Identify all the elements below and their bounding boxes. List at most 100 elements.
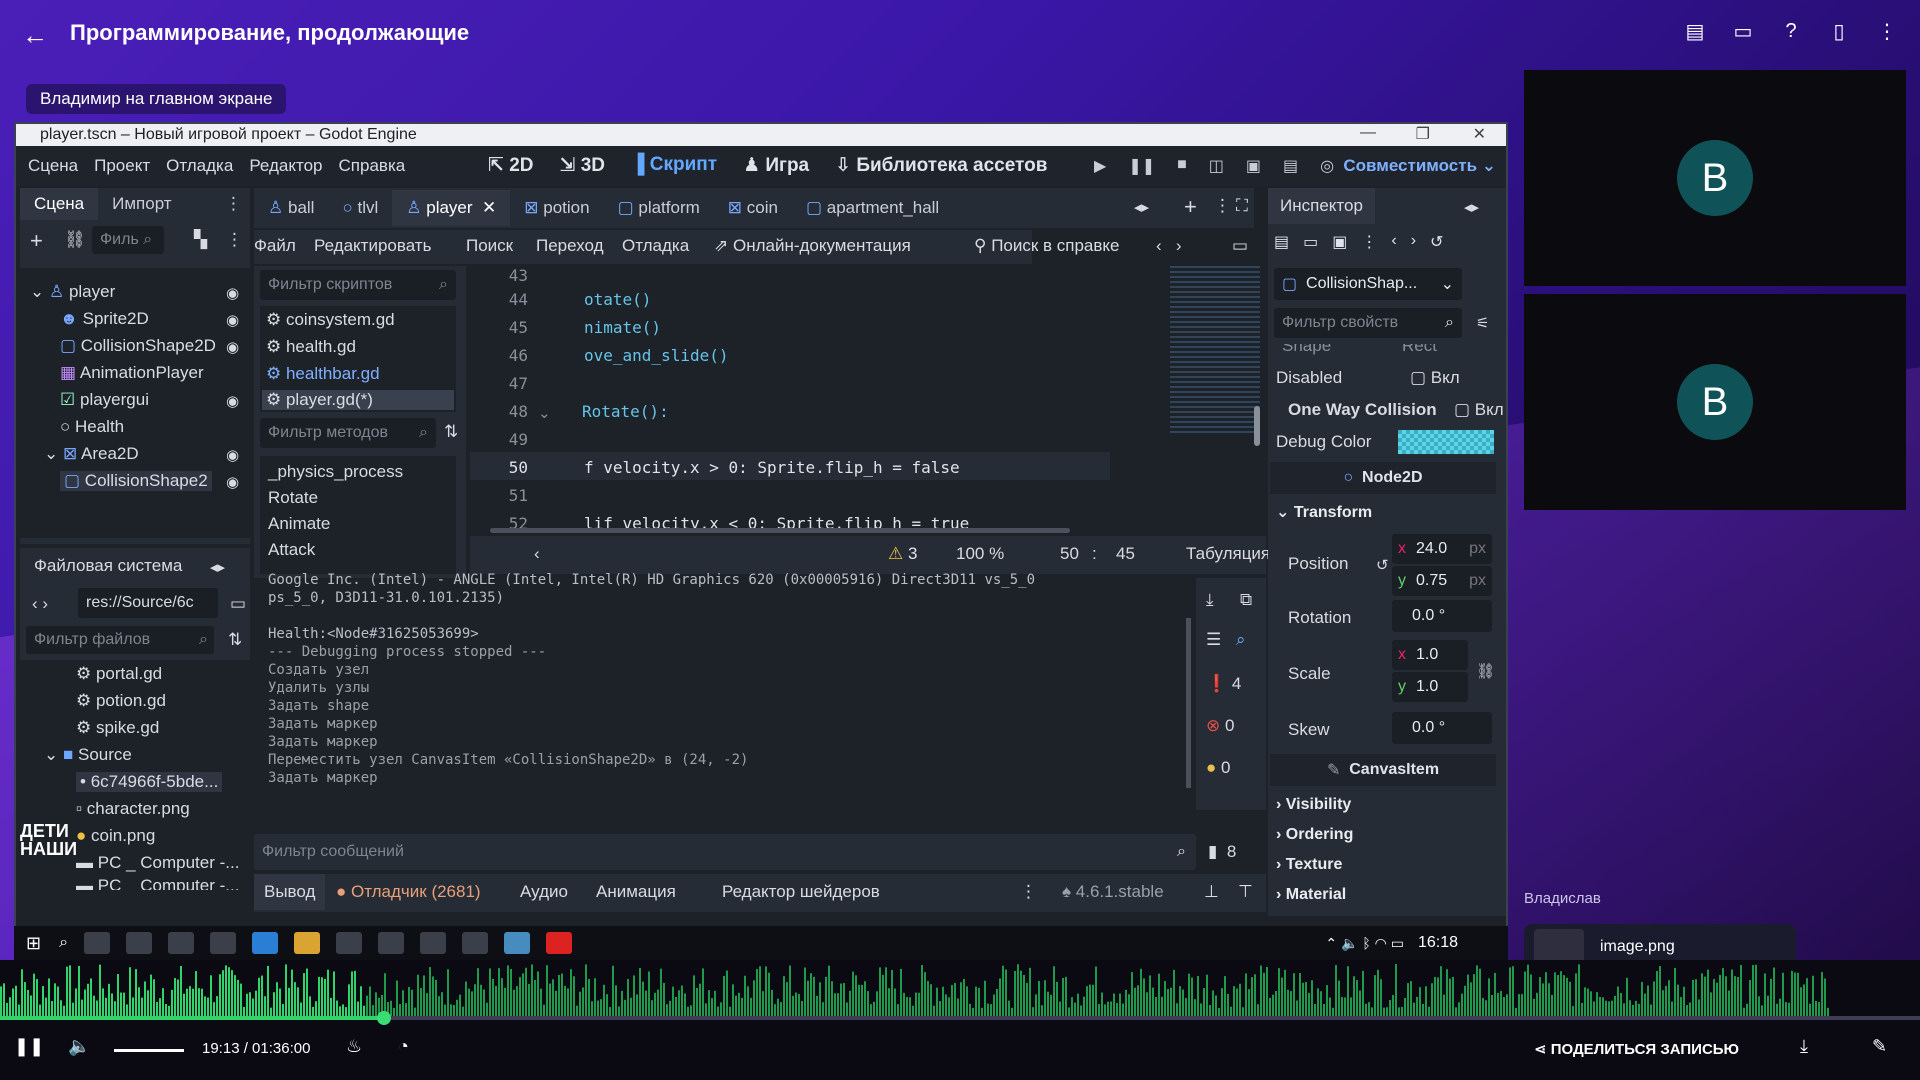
renderer-compat[interactable]: Совместимость ⌄ [1343,156,1496,176]
menu-help[interactable]: Справка [339,156,406,176]
terminal-icon[interactable] [420,932,447,954]
tab-scroll-icon[interactable]: ◂▸ [1134,198,1149,216]
scale-x-field[interactable]: x 1.0 [1392,640,1468,670]
error-filter[interactable]: ❗ 4 [1206,674,1241,694]
tab-scene[interactable]: Сцена [20,188,99,220]
tab-script[interactable]: ▐ Скрипт [631,154,717,177]
help-search-link[interactable]: ⚲ Поиск в справке [974,236,1120,256]
method-item[interactable]: Rotate [268,488,318,508]
maximize-icon[interactable]: ❐ [1416,124,1430,144]
node2d-section[interactable]: ○ Node2D [1270,462,1496,494]
tree-item[interactable]: ⌄ ♙ player [30,282,115,302]
stop-icon[interactable]: ■ [1177,156,1187,176]
volume-slider[interactable] [114,1049,184,1052]
question-icon[interactable]: ? [1778,18,1804,44]
menu-search[interactable]: Поиск [466,236,513,256]
method-item[interactable]: Attack [268,540,315,560]
message-count[interactable]: ▮ 8 [1208,842,1236,862]
movie-icon[interactable]: ▣ [1246,156,1261,176]
steam-icon[interactable] [126,932,153,954]
visibility-icon[interactable]: ◉ [226,338,239,356]
script-filter-input[interactable]: Фильтр скриптов ⌕ [260,270,456,300]
link-scale-icon[interactable]: ⛓ [1476,662,1495,680]
visibility-icon[interactable]: ◉ [226,473,239,491]
menu-goto[interactable]: Переход [536,236,604,256]
split-view-icon[interactable]: ▭ [230,594,246,614]
material-section[interactable]: › Material [1276,886,1346,904]
document-icon[interactable]: ▯ [1826,18,1852,44]
scene-more-icon[interactable]: ⋮ [226,230,243,250]
method-item[interactable]: _physics_process [268,462,403,482]
code-editor[interactable]: 43 44 45 46 47 48 49 50 51 52 ⌄ otate() … [470,266,1266,536]
godot-icon[interactable] [504,932,531,954]
link-icon[interactable]: ⛓ [64,230,86,250]
play-custom-icon[interactable]: ◎ [1320,156,1334,176]
save-log-icon[interactable]: ⤓ [1206,590,1214,610]
tab-game[interactable]: ♟ Игра [743,154,809,177]
tab-shader-editor[interactable]: Редактор шейдеров [722,882,880,902]
expand-panel-icon[interactable]: ⊤ [1238,882,1253,902]
attach-script-icon[interactable]: ▚ [194,230,207,250]
file-item[interactable]: ⚙ potion.gd [76,691,166,711]
tab-audio[interactable]: Аудио [520,882,568,902]
visibility-section[interactable]: › Visibility [1276,796,1351,814]
script-item[interactable]: ⚙ coinsystem.gd [266,310,395,330]
download-icon[interactable]: ⤓ [1800,1036,1808,1057]
search-icon[interactable]: ⌕ [59,934,68,952]
menu-scene[interactable]: Сцена [28,156,78,176]
menu-file[interactable]: Файл [254,236,296,256]
reset-icon[interactable]: ↺ [1376,556,1389,574]
tree-item[interactable]: ☻ Sprite2D [60,309,149,329]
method-filter-input[interactable]: Фильтр методов ⌕ [260,418,436,448]
tab-output[interactable]: Вывод [254,874,326,910]
tree-item[interactable]: ○ Health [60,417,124,437]
script-item[interactable]: ⚙ healthbar.gd [266,364,380,384]
speed-icon[interactable]: ◔ [398,1036,409,1057]
participant-tile[interactable]: В [1524,70,1906,286]
file-item[interactable]: ▬ PC _ Computer -... [76,876,239,890]
method-item[interactable]: Animate [268,514,330,534]
minimize-icon[interactable]: — [1360,124,1376,142]
tab-player[interactable]: ♙ player ✕ [392,190,511,226]
tab-debugger[interactable]: ● Отладчик (2681) [336,882,481,902]
property-filter-input[interactable]: Фильтр свойств ⌕ [1274,308,1462,338]
tab-ball[interactable]: ♙ ball [254,190,328,226]
edit-icon[interactable]: ✎ [1872,1036,1887,1057]
menu-editor[interactable]: Редактор [249,156,322,176]
position-x-field[interactable]: x 24.0 px [1392,534,1492,564]
prev-icon[interactable]: ‹ [1391,232,1396,258]
file-item[interactable]: ⚙ spike.gd [76,718,159,738]
edge-icon[interactable] [252,932,279,954]
panel-more-icon[interactable]: ⋮ [1020,882,1037,902]
tab-asset-library[interactable]: ⇩ Библиотека ассетов [835,154,1047,177]
pause-icon[interactable]: ❚❚ [1128,156,1155,176]
copy-log-icon[interactable]: ⧉ [1240,590,1252,610]
file-item[interactable]: ⚙ portal.gd [76,664,162,684]
visibility-icon[interactable]: ◉ [226,446,239,464]
tab-inspector[interactable]: Инспектор [1268,188,1375,224]
sort-icon[interactable]: ⇅ [228,630,242,650]
message-filter-input[interactable]: Фильтр сообщений ⌕ [254,834,1196,870]
h-scrollbar[interactable] [490,528,1070,533]
tree-item[interactable]: ▢ CollisionShape2D [60,336,216,356]
debug-color-swatch[interactable] [1398,430,1494,454]
more-icon[interactable]: ⋮ [1874,18,1900,44]
error-count[interactable]: ⊗ 0 [1206,716,1234,736]
tray-icons[interactable]: ⌃ 🔈 ᛒ ◠ ▭ [1325,935,1404,952]
play-scene-icon[interactable]: ▤ [1283,156,1298,176]
shape-value[interactable]: Rect [1402,344,1437,356]
tab-apartment-hall[interactable]: ▢ apartment_hall [792,190,953,226]
scale-y-field[interactable]: y 1.0 [1392,672,1468,702]
nav-arrows-icon[interactable]: ‹ › [32,594,48,614]
file-item[interactable]: ▬ PC _ Computer -... [76,853,239,873]
app-icon[interactable] [378,932,405,954]
new-resource-icon[interactable]: ▤ [1274,232,1289,258]
scene-filter-input[interactable]: Филь ⌕ [92,226,164,254]
menu-project[interactable]: Проект [94,156,150,176]
search-log-icon[interactable]: ⌕ [1236,630,1246,650]
rotation-field[interactable]: 0.0 ° [1392,600,1492,632]
new-tab-icon[interactable]: + [1184,194,1197,220]
collapse-icon[interactable]: ‹ [534,544,540,564]
folder-item[interactable]: ⌄ ■ Source [44,745,132,765]
history-icon[interactable]: ↺ [1430,232,1443,258]
